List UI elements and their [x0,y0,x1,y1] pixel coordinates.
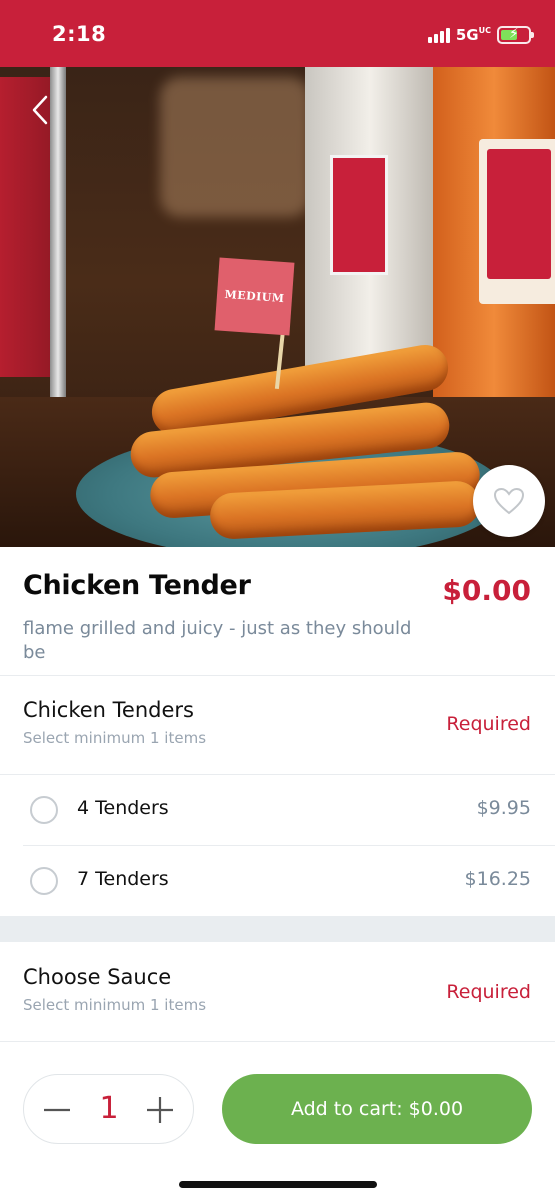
group-subtitle: Select minimum 1 items [23,996,207,1014]
radio-button[interactable] [30,867,58,895]
group-title-choose-sauce: Choose Sauce [23,965,172,989]
required-badge: Required [446,981,531,1003]
home-indicator [179,1181,377,1188]
status-time: 2:18 [52,22,107,46]
add-to-cart-button[interactable]: Add to cart: $0.00 [222,1074,532,1144]
minus-icon [44,1108,70,1112]
option-price: $9.95 [476,797,531,819]
option-label: 4 Tenders [77,797,169,819]
heart-outline-icon [493,487,525,515]
group-subtitle: Select minimum 1 items [23,729,207,747]
divider [0,1041,555,1042]
product-price: $0.00 [442,574,531,607]
battery-icon: ⚡ [497,26,534,44]
status-bar: 2:18 5GUC ⚡ [0,0,555,67]
signal-icon [427,27,450,43]
decrease-quantity-button[interactable] [32,1085,82,1135]
section-separator [0,916,555,942]
group-title-chicken-tenders: Chicken Tenders [23,698,194,722]
network-type: 5GUC [455,26,491,44]
radio-button[interactable] [30,796,58,824]
increase-quantity-button[interactable] [135,1085,185,1135]
back-button[interactable] [26,90,54,130]
quantity-value: 1 [99,1091,119,1126]
product-image: MEDIUM [0,67,555,547]
divider [0,675,555,676]
option-4-tenders[interactable]: 4 Tenders $9.95 [0,775,555,845]
medium-flag: MEDIUM [214,257,295,336]
required-badge: Required [446,713,531,735]
plus-icon [147,1097,173,1123]
status-indicators: 5GUC ⚡ [427,24,534,46]
product-title: Chicken Tender [23,570,251,601]
option-price: $16.25 [464,868,531,890]
favorite-button[interactable] [473,465,545,537]
option-7-tenders[interactable]: 7 Tenders $16.25 [0,846,555,916]
option-label: 7 Tenders [77,868,169,890]
product-description: flame grilled and juicy - just as they s… [23,618,412,663]
quantity-stepper: 1 [23,1074,194,1144]
chevron-left-icon [32,95,48,125]
